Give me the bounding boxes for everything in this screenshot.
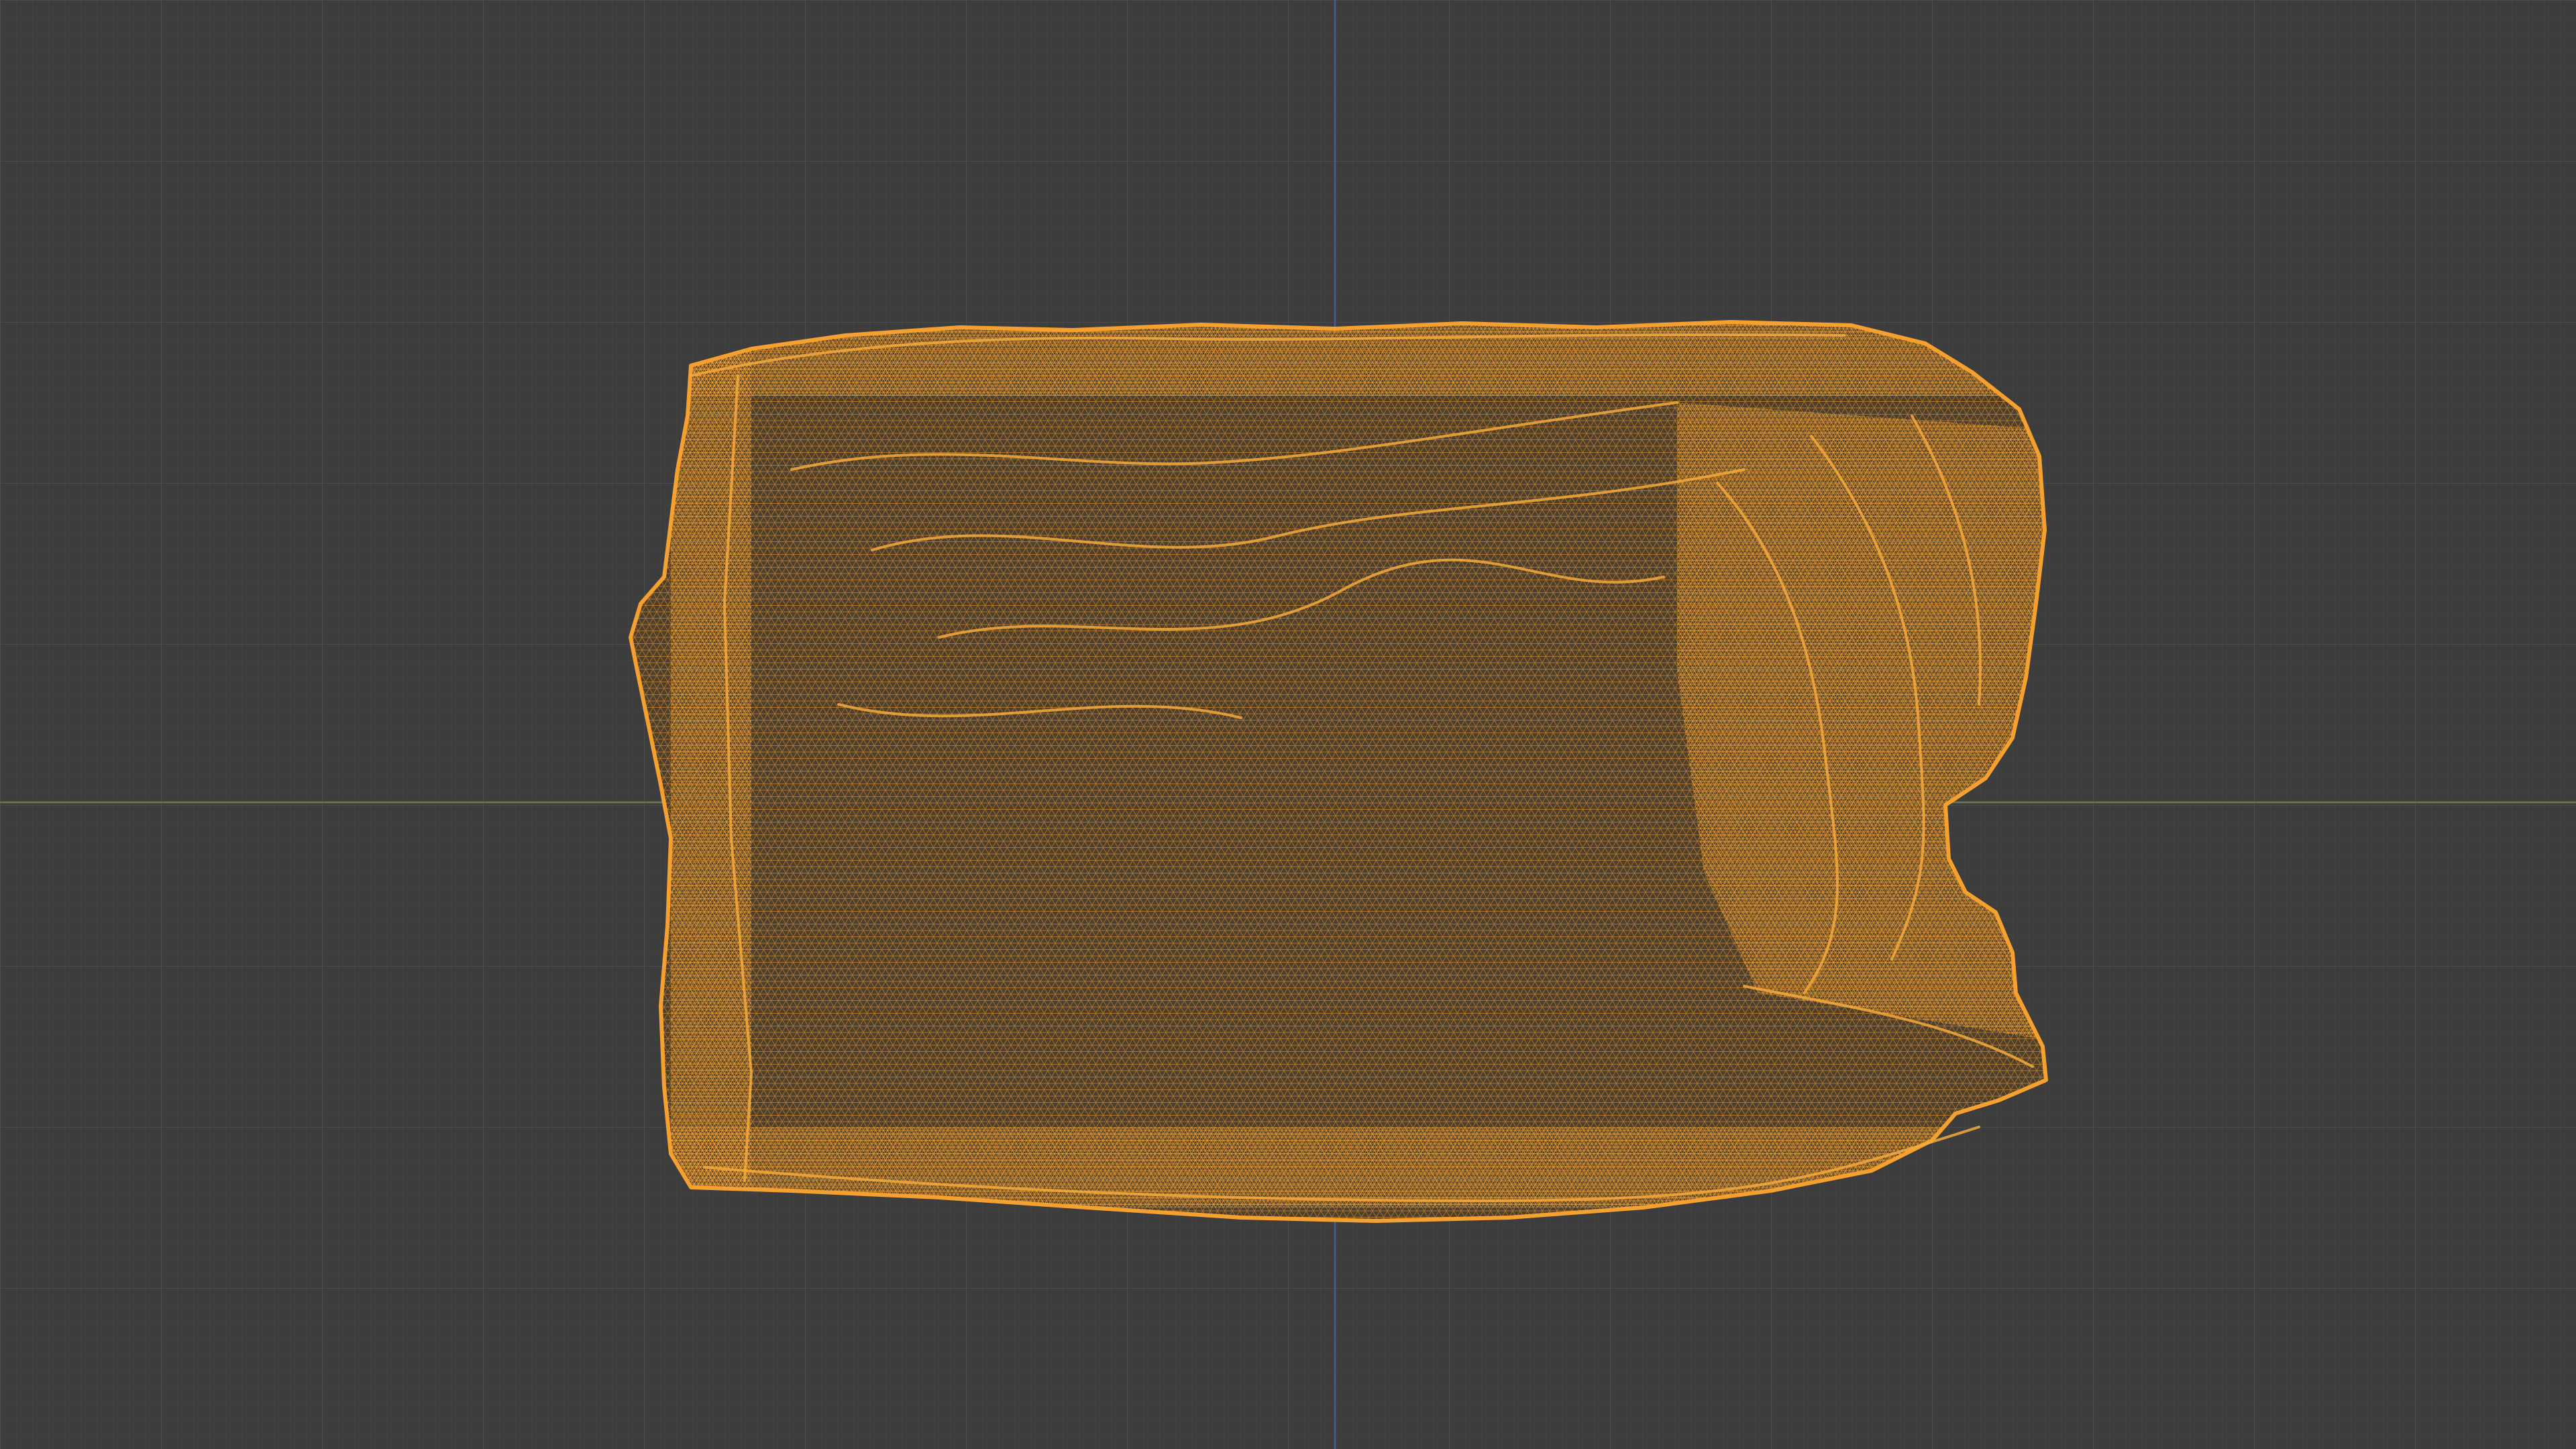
viewport-canvas[interactable] [0, 0, 2576, 1449]
mesh-object[interactable] [604, 302, 2080, 1254]
mesh-wireframe [631, 322, 2046, 1221]
3d-viewport[interactable] [0, 0, 2576, 1449]
